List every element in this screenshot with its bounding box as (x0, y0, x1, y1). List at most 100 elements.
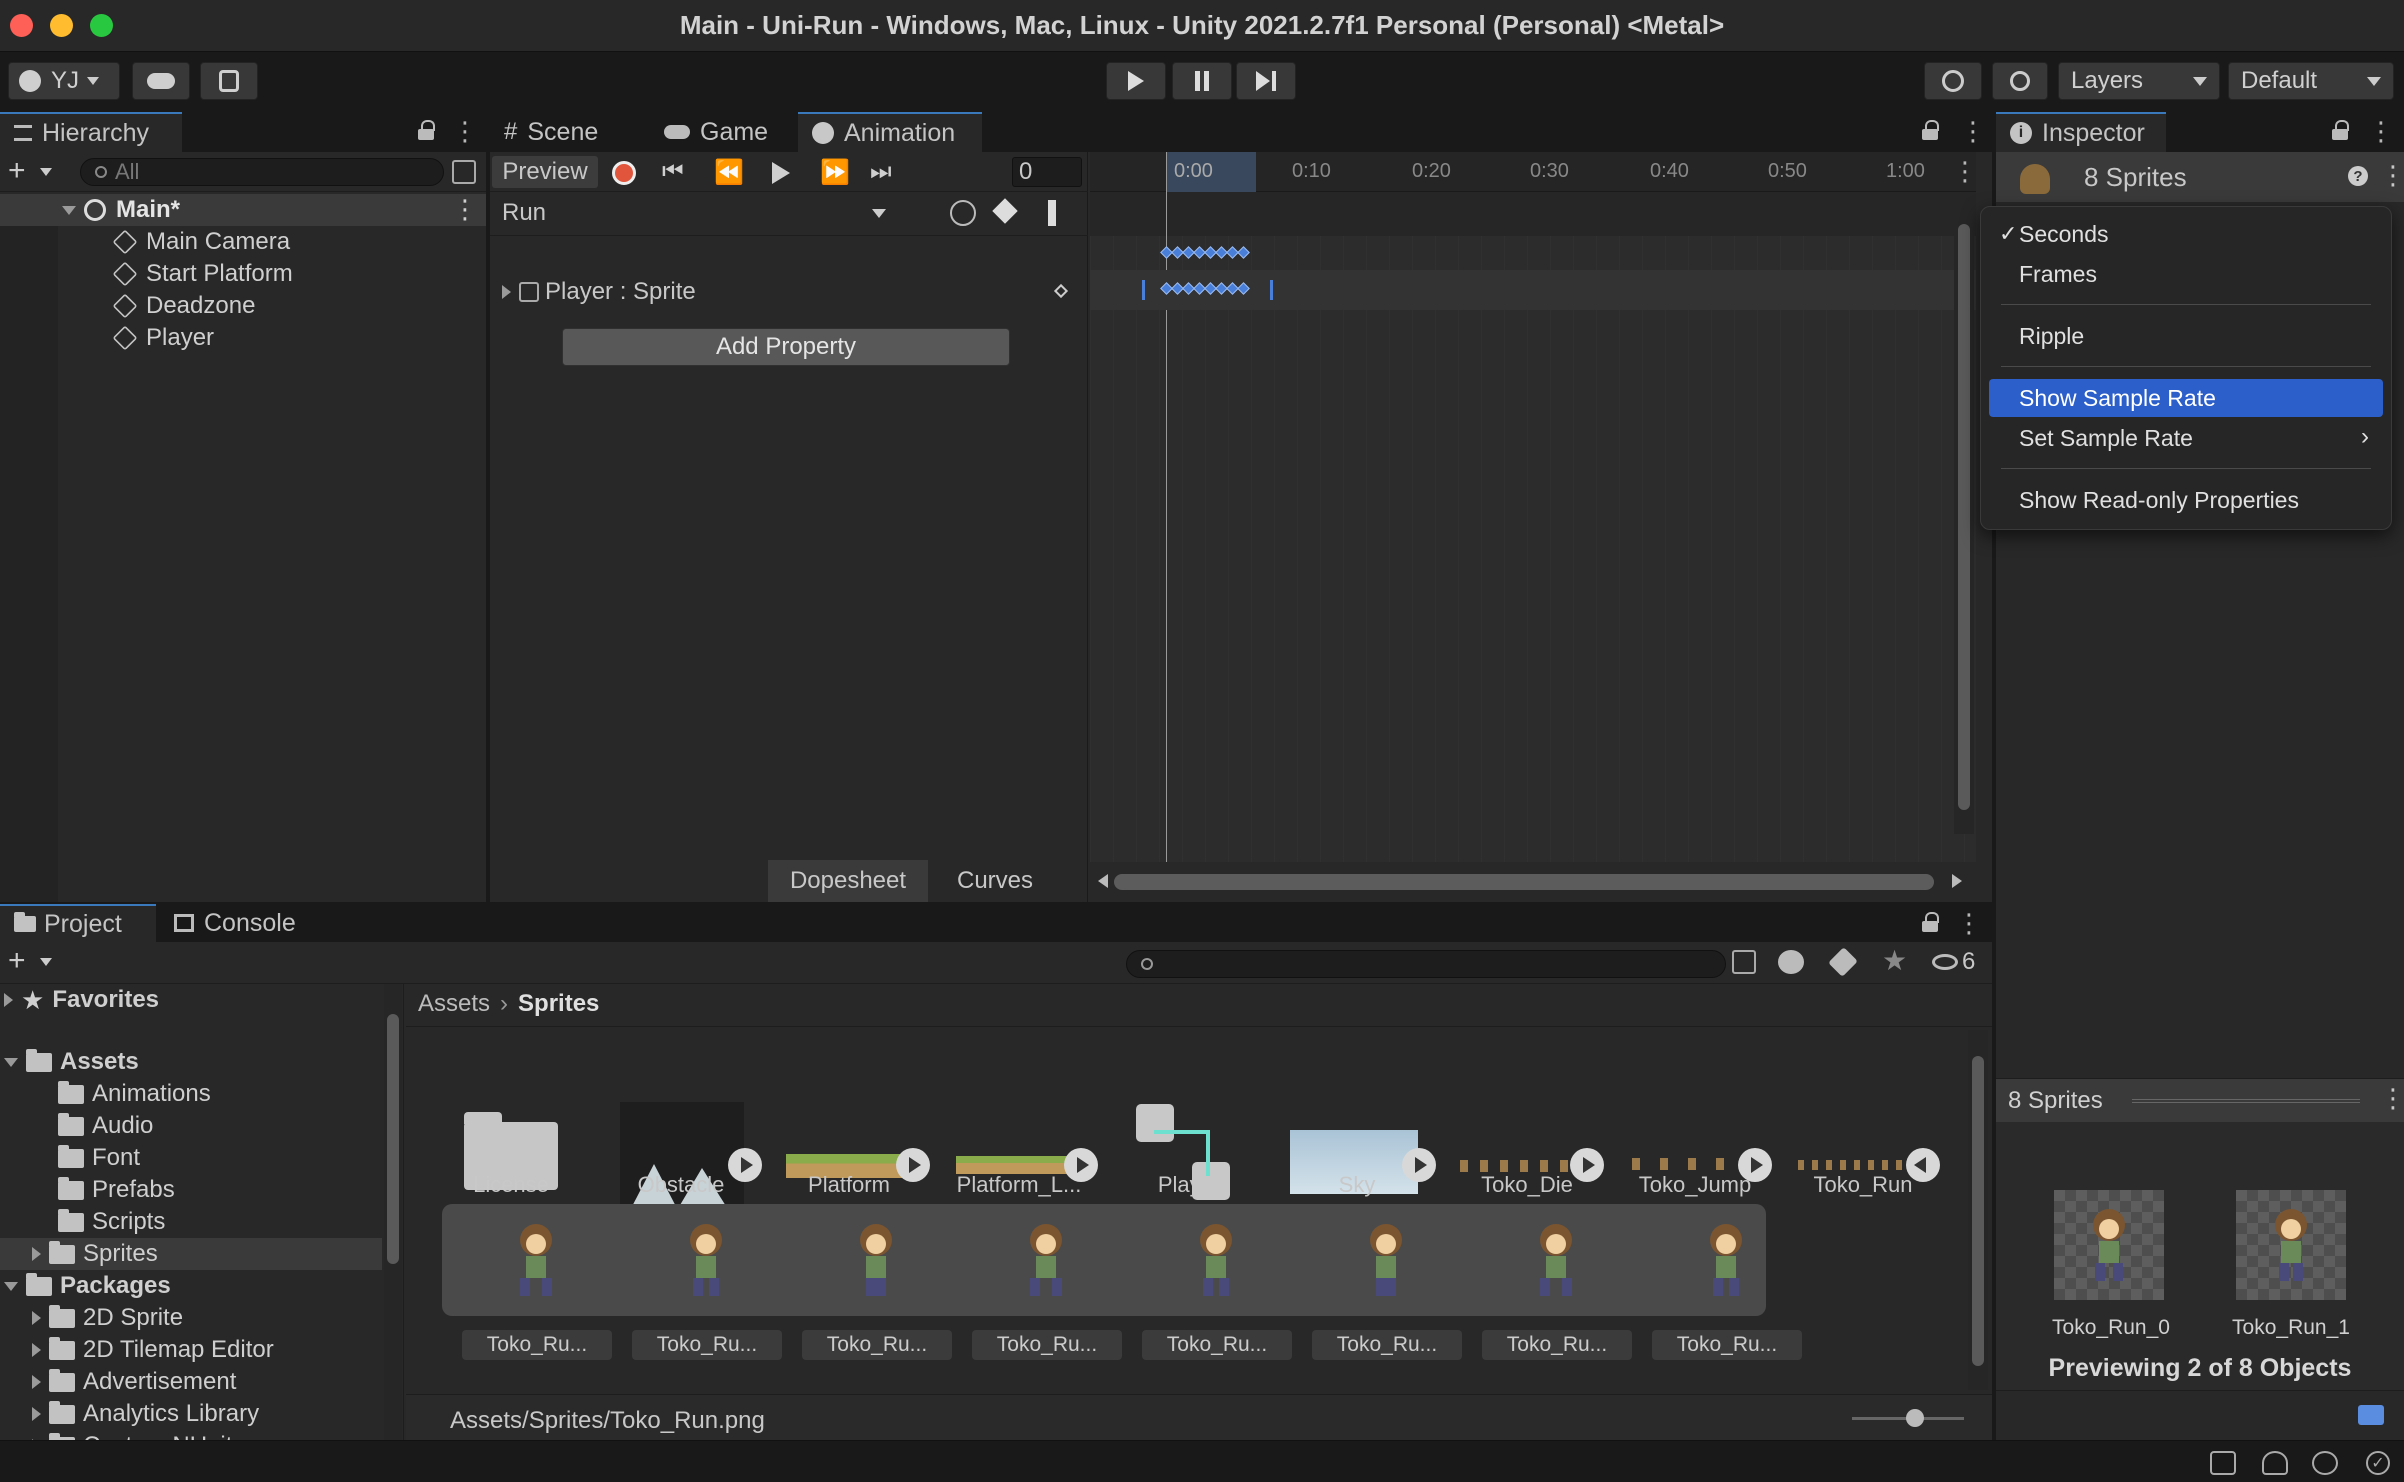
lock-icon[interactable] (1922, 120, 1939, 140)
sprite-sub-asset[interactable]: Toko_Ru... (802, 1330, 952, 1360)
property-keyframes[interactable] (1160, 282, 1250, 298)
cache-icon[interactable] (2262, 1451, 2288, 1475)
chevron-down-icon[interactable] (40, 168, 52, 176)
asset-obstacle[interactable]: Obstacle (596, 1172, 766, 1198)
more-options-icon[interactable]: ⋮ (1956, 908, 1982, 939)
breadcrumb-item[interactable]: Assets (418, 990, 490, 1018)
expand-icon[interactable] (4, 993, 13, 1007)
property-row[interactable]: Player : Sprite (490, 272, 1088, 312)
hierarchy-item-start-platform[interactable]: Start Platform (0, 258, 293, 290)
first-keyframe-icon[interactable]: ⏮ (662, 158, 684, 186)
horizontal-scrollbar[interactable] (1090, 862, 1976, 902)
more-options-icon[interactable]: ⋮ (1960, 116, 1986, 147)
asset-scroll-thumb[interactable] (1972, 1056, 1984, 1366)
star-icon[interactable]: ★ (1882, 944, 1907, 977)
menu-item-show-read-only-properties[interactable]: Show Read-only Properties (1989, 481, 2383, 519)
next-keyframe-icon[interactable]: ⏩ (820, 158, 850, 187)
tab-game[interactable]: Game (650, 112, 790, 152)
previous-keyframe-icon[interactable]: ⏪ (714, 158, 744, 187)
search-expand-icon[interactable] (452, 160, 476, 184)
expand-icon[interactable] (4, 1057, 18, 1067)
tree-package-advertisement[interactable]: Advertisement (0, 1366, 236, 1398)
expand-icon[interactable] (32, 1343, 41, 1357)
lock-icon[interactable] (1922, 912, 1939, 932)
menu-item-show-sample-rate[interactable]: Show Sample Rate (1989, 379, 2383, 417)
add-icon[interactable]: + (8, 154, 26, 188)
sprite-sub-asset[interactable]: Toko_Ru... (1142, 1330, 1292, 1360)
tree-folder-animations[interactable]: Animations (0, 1078, 211, 1110)
timeline-area[interactable]: 0:00 0:10 0:20 0:30 0:40 0:50 1:00 ⋮ (1090, 152, 1978, 902)
expand-icon[interactable] (32, 1375, 41, 1389)
menu-item-set-sample-rate[interactable]: Set Sample Rate › (1989, 419, 2383, 457)
hidden-packages-toggle[interactable]: 6 (1932, 948, 1975, 976)
scene-row[interactable]: Main* ⋮ (0, 194, 486, 226)
tree-folder-prefabs[interactable]: Prefabs (0, 1174, 175, 1206)
history-button[interactable] (1924, 62, 1982, 100)
expand-icon[interactable] (32, 1311, 41, 1325)
asset-toko-jump[interactable]: Toko_Jump (1610, 1172, 1780, 1198)
more-options-icon[interactable]: ⋮ (452, 116, 478, 147)
sprite-sub-asset[interactable]: Toko_Ru... (632, 1330, 782, 1360)
menu-item-seconds[interactable]: ✓ Seconds (1989, 215, 2383, 253)
hierarchy-item-deadzone[interactable]: Deadzone (0, 290, 255, 322)
hierarchy-item-player[interactable]: Player (0, 322, 214, 354)
lock-icon[interactable] (418, 120, 435, 140)
horizontal-scroll-thumb[interactable] (1114, 874, 1934, 890)
sprite-sub-asset[interactable]: Toko_Ru... (1312, 1330, 1462, 1360)
asset-toko-die[interactable]: Toko_Die (1442, 1172, 1612, 1198)
asset-platform[interactable]: Platform (764, 1172, 934, 1198)
bug-icon[interactable] (2210, 1451, 2236, 1475)
more-options-icon[interactable]: ⋮ (2380, 160, 2404, 191)
tree-package-2d-tilemap[interactable]: 2D Tilemap Editor (0, 1334, 274, 1366)
frame-input[interactable]: 0 (1012, 157, 1082, 187)
expand-icon[interactable] (32, 1247, 41, 1261)
search-expand-icon[interactable] (1732, 950, 1756, 974)
range-end-marker[interactable] (1270, 280, 1273, 300)
step-button[interactable] (1236, 62, 1296, 100)
sprite-sub-asset[interactable]: Toko_Ru... (462, 1330, 612, 1360)
tree-package-analytics[interactable]: Analytics Library (0, 1398, 259, 1430)
tree-folder-scripts[interactable]: Scripts (0, 1206, 165, 1238)
tree-folder-font[interactable]: Font (0, 1142, 140, 1174)
play-button[interactable] (1106, 62, 1166, 100)
tree-scroll-thumb[interactable] (387, 1014, 399, 1264)
hierarchy-item-main-camera[interactable]: Main Camera (0, 226, 290, 258)
preview-button[interactable]: Preview (492, 156, 598, 188)
tab-console[interactable]: Console (160, 904, 330, 942)
tab-inspector[interactable]: i Inspector (1996, 112, 2166, 152)
scroll-right-icon[interactable] (1952, 874, 1962, 888)
check-circle-icon[interactable]: ✓ (2366, 1451, 2390, 1475)
asset-toko-run[interactable]: Toko_Run (1778, 1172, 1948, 1198)
tree-scrollbar[interactable] (384, 984, 402, 1442)
preview-drag-handle[interactable] (2132, 1099, 2360, 1103)
tree-assets[interactable]: Assets (0, 1046, 139, 1078)
pause-button[interactable] (1172, 62, 1232, 100)
tag-icon[interactable] (2358, 1405, 2384, 1425)
add-event-icon[interactable] (1048, 200, 1056, 226)
chevron-down-icon[interactable] (40, 958, 52, 966)
lock-icon[interactable] (2332, 120, 2349, 140)
layers-dropdown[interactable]: Layers (2058, 62, 2220, 100)
clip-dropdown[interactable]: Run (494, 196, 894, 230)
label-icon[interactable] (1828, 947, 1858, 977)
dopesheet-tab[interactable]: Dopesheet (768, 860, 928, 902)
add-property-button[interactable]: Add Property (562, 328, 1010, 366)
vertical-scroll-thumb[interactable] (1958, 224, 1970, 810)
record-icon[interactable] (612, 161, 636, 185)
add-keyframe-icon[interactable] (992, 198, 1018, 224)
tree-packages[interactable]: Packages (0, 1270, 171, 1302)
asset-sky[interactable]: Sky (1272, 1172, 1442, 1198)
expand-icon[interactable] (502, 285, 511, 299)
tab-animation[interactable]: Animation (798, 112, 982, 152)
more-options-icon[interactable]: ⋮ (1952, 156, 1978, 187)
collab-button[interactable] (200, 62, 258, 100)
expand-icon[interactable] (4, 1281, 18, 1291)
asset-player[interactable]: Player (1104, 1172, 1274, 1198)
curves-tab[interactable]: Curves (930, 860, 1060, 902)
search-by-type-icon[interactable] (1778, 950, 1804, 974)
filter-by-selection-icon[interactable] (950, 200, 976, 226)
last-keyframe-icon[interactable]: ⏭ (870, 158, 892, 186)
zoom-slider-thumb[interactable] (1906, 1409, 1924, 1427)
sprite-sub-asset[interactable]: Toko_Ru... (972, 1330, 1122, 1360)
keyframe-diamond-icon[interactable] (1053, 283, 1069, 299)
